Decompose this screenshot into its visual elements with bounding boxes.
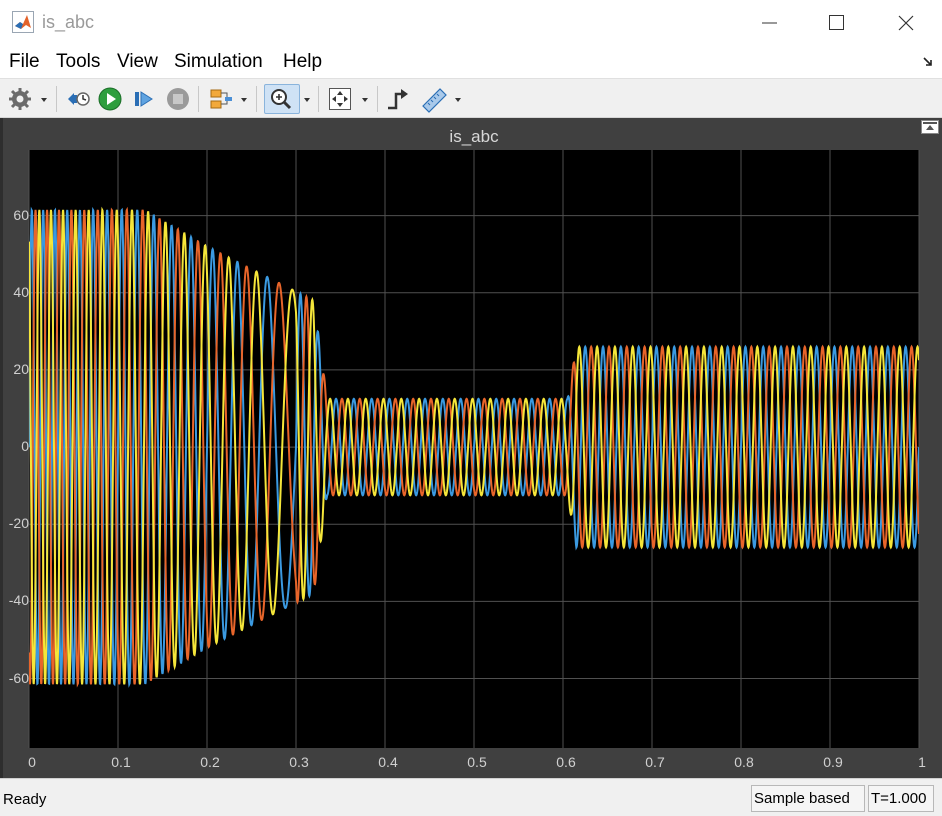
stop-icon xyxy=(167,88,189,110)
y-tick-label: 60 xyxy=(13,206,29,223)
stop-button[interactable] xyxy=(164,84,192,114)
toolbar-separator xyxy=(377,86,378,112)
highlight-block-icon xyxy=(210,89,232,109)
triggers-button[interactable] xyxy=(384,84,412,114)
close-icon xyxy=(898,15,914,31)
play-icon xyxy=(98,87,122,111)
x-tick-label: 0.3 xyxy=(289,754,309,770)
y-tick-label: -60 xyxy=(8,669,29,686)
minimize-button[interactable] xyxy=(748,8,792,38)
fit-to-view-icon xyxy=(329,88,351,110)
y-tick-label: 0 xyxy=(21,438,29,455)
maximize-icon xyxy=(829,15,844,30)
zoom-in-icon xyxy=(271,89,292,110)
x-tick-label: 0.7 xyxy=(645,754,665,770)
step-forward-icon xyxy=(135,91,153,107)
menu-help[interactable]: Help xyxy=(283,51,322,73)
plot-canvas[interactable] xyxy=(3,118,942,778)
menu-view[interactable]: View xyxy=(117,51,158,73)
close-button[interactable] xyxy=(884,8,928,38)
menu-bar: File Tools View Simulation Help xyxy=(0,46,942,78)
scope-display: is_abc 0 0.1 0.2 0.3 0.4 0.5 0.6 0.7 0.8 0.9 1 60 40… xyxy=(0,118,942,778)
title-bar: is_abc xyxy=(0,0,942,46)
highlight-block-button[interactable] xyxy=(206,84,234,114)
toolbar-separator xyxy=(318,86,319,112)
measurements-dropdown[interactable] xyxy=(452,84,464,114)
y-tick-label: -20 xyxy=(8,515,29,532)
step-forward-button[interactable] xyxy=(130,84,158,114)
simulation-time: T=1.000 xyxy=(868,785,934,812)
step-back-icon xyxy=(68,92,90,106)
zoom-dropdown[interactable] xyxy=(301,84,313,114)
y-tick-label: -40 xyxy=(8,592,29,609)
run-button[interactable] xyxy=(96,84,124,114)
chevron-down-icon xyxy=(241,98,247,102)
menu-simulation[interactable]: Simulation xyxy=(174,51,263,73)
chevron-down-icon xyxy=(455,98,461,102)
x-tick-label: 0.2 xyxy=(200,754,220,770)
settings-dropdown[interactable] xyxy=(38,84,50,114)
x-tick-label: 0.4 xyxy=(378,754,398,770)
status-bar: Ready Sample based T=1.000 xyxy=(0,778,942,816)
chevron-down-icon xyxy=(41,98,47,102)
x-tick-label: 0.1 xyxy=(111,754,131,770)
x-tick-label: 1 xyxy=(918,754,926,770)
x-tick-label: 0 xyxy=(28,754,36,770)
matlab-logo-icon xyxy=(12,11,34,33)
step-back-button[interactable] xyxy=(64,84,92,114)
menu-file[interactable]: File xyxy=(9,51,40,73)
x-tick-label: 0.8 xyxy=(734,754,754,770)
status-text: Ready xyxy=(3,791,47,808)
x-tick-label: 0.9 xyxy=(823,754,843,770)
window-title: is_abc xyxy=(42,12,95,32)
ruler-icon xyxy=(422,88,447,113)
fit-dropdown[interactable] xyxy=(359,84,371,114)
measurements-button[interactable] xyxy=(420,84,448,114)
chevron-down-icon xyxy=(304,98,310,102)
undock-arrow-icon[interactable] xyxy=(922,56,934,68)
gear-icon xyxy=(9,88,31,110)
sampling-mode: Sample based xyxy=(751,785,865,812)
x-tick-label: 0.6 xyxy=(556,754,576,770)
trigger-icon xyxy=(388,89,408,110)
zoom-in-button[interactable] xyxy=(264,84,300,114)
chevron-down-icon xyxy=(362,98,368,102)
y-tick-label: 40 xyxy=(13,283,29,300)
x-tick-label: 0.5 xyxy=(467,754,487,770)
toolbar xyxy=(0,78,942,118)
settings-button[interactable] xyxy=(6,84,34,114)
minimize-icon xyxy=(762,22,777,24)
toolbar-separator xyxy=(198,86,199,112)
highlight-dropdown[interactable] xyxy=(238,84,250,114)
menu-tools[interactable]: Tools xyxy=(56,51,100,73)
fit-to-view-button[interactable] xyxy=(326,84,354,114)
toolbar-separator xyxy=(56,86,57,112)
maximize-button[interactable] xyxy=(814,8,858,38)
toolbar-separator xyxy=(256,86,257,112)
y-tick-label: 20 xyxy=(13,360,29,377)
